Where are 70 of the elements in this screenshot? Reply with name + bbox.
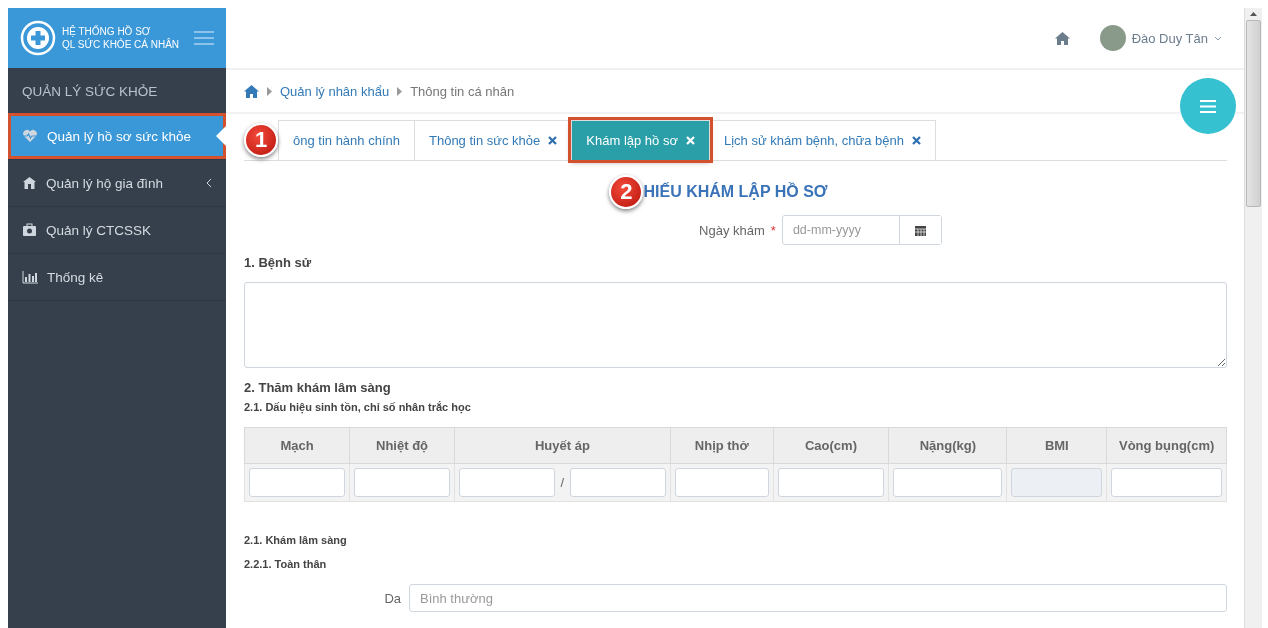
heartbeat-icon [22,129,38,143]
column-header: Vòng bụng(cm) [1106,427,1227,464]
column-header: Mạch [244,427,350,464]
date-input[interactable]: dd-mm-yyyy [782,216,899,244]
subsection-heading: 2.1. Khám lâm sàng [244,534,348,546]
menu-icon [1200,99,1216,113]
input-field[interactable]: Bình thường [409,584,1227,612]
sidebar-item-label: Quản lý CTCSSK [46,222,152,238]
calendar-button[interactable] [898,216,941,244]
text-area[interactable] [244,282,1227,368]
avatar-circle [1099,25,1126,51]
close-icon[interactable] [911,136,921,145]
sidebar-item[interactable]: Quản lý CTCSSK [8,207,226,254]
user-name: Đào Duy Tân [1131,30,1208,46]
field-label: Da [383,590,401,606]
house-icon [22,176,37,190]
required-mark: * [770,222,776,238]
column-header: Nặng(kg) [888,427,1007,464]
caret-right-icon [267,86,272,96]
selection-pointer-icon [216,126,226,146]
medical-bag-icon [22,223,37,237]
breadcrumb-current: Thông tin cá nhân [410,83,515,99]
menu-button[interactable] [1180,78,1236,134]
input-field[interactable] [249,468,346,497]
form-title: HIẾU KHÁM LẬP HỒ SƠ [643,183,828,201]
sidebar-item[interactable]: Thống kê [8,254,226,301]
date-field[interactable]: dd-mm-yyyy [781,215,942,245]
column-header: BMI [1006,427,1107,464]
scrollbar[interactable] [1244,8,1262,628]
input-field[interactable] [354,468,450,497]
input-field[interactable] [1111,468,1222,497]
sidebar-item-label: Quản lý hộ gia đình [46,175,164,191]
separator-text: / [560,475,565,490]
input-field[interactable] [570,468,666,497]
home-icon[interactable] [1054,31,1070,45]
input-field[interactable] [893,468,1003,497]
step-badge: 1 [244,123,278,157]
home-icon[interactable] [244,84,259,98]
input-field[interactable] [674,468,769,497]
tab[interactable]: Khám lập hồ sơ [571,120,710,160]
medical-cross-logo-icon [20,20,56,56]
sidebar-item-label: Quản lý hồ sơ sức khỏe [47,128,191,144]
calendar-icon [914,224,926,236]
sidebar-item-label: Thống kê [47,269,104,285]
input-field[interactable] [777,468,885,497]
close-icon[interactable] [548,136,558,145]
caret-right-icon [397,86,403,96]
column-header: Cao(cm) [773,427,889,464]
menu-icon[interactable] [194,31,214,45]
section-heading: 2. Thăm khám lâm sàng [244,380,392,395]
sidebar-item[interactable]: Quản lý hộ gia đình [8,160,226,207]
sidebar-item[interactable]: Quản lý hồ sơ sức khỏe [8,113,226,160]
column-header: Nhiệt độ [349,427,455,464]
arrow-up-icon[interactable] [1250,12,1257,16]
subsection-heading: 2.1. Dấu hiệu sinh tồn, chỉ số nhân trắc học [244,401,472,413]
column-header: Huyết áp [454,427,671,464]
tab[interactable]: ông tin hành chính [278,120,415,160]
breadcrumb-link[interactable]: Quản lý nhân khẩu [280,83,390,99]
chevron-down-icon [1214,35,1222,41]
brand-name: HỆ THỐNG HỒ SƠ QL SỨC KHỎE CÁ NHÂN [62,25,181,51]
input-field[interactable] [458,468,555,497]
bar-chart-icon [22,270,38,284]
column-header: Nhịp thở [670,427,774,464]
step-badge: 2 [609,175,644,209]
sidebar-section-title: QUẢN LÝ SỨC KHỎE [21,83,159,101]
date-label: Ngày khám [699,222,765,238]
scrollbar-thumb[interactable] [1246,20,1261,207]
subsection-heading: 2.2.1. Toàn thân [244,558,328,570]
user-menu[interactable]: Đào Duy Tân [1099,25,1222,51]
section-heading: 1. Bệnh sử [244,255,313,270]
